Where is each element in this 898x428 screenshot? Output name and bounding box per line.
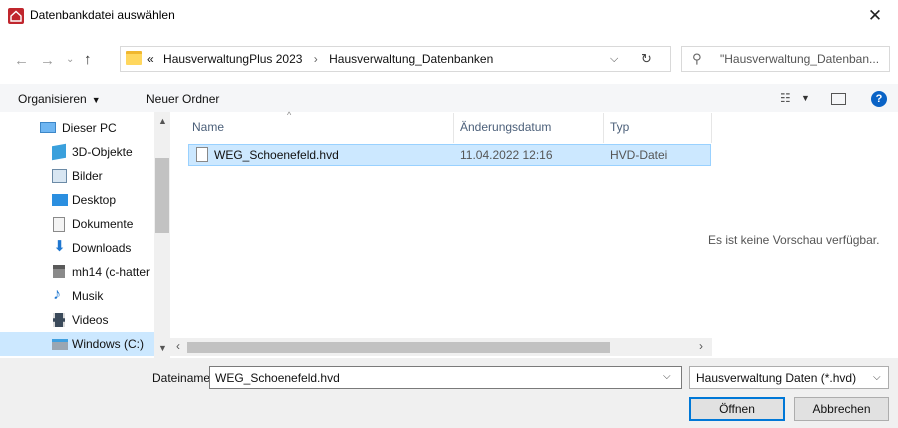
sidebar-item-downloads[interactable]: ⬇ Downloads (0, 236, 156, 260)
organize-label: Organisieren (18, 92, 87, 106)
address-bar[interactable]: « HausverwaltungPlus 2023 › Hausverwaltu… (120, 46, 671, 72)
file-date: 11.04.2022 12:16 (460, 148, 553, 162)
drive-icon (52, 339, 68, 350)
search-placeholder: "Hausverwaltung_Datenban... (720, 52, 880, 66)
breadcrumb-overflow[interactable]: « (147, 52, 154, 66)
column-header-date[interactable]: Änderungsdatum (460, 120, 551, 134)
caret-down-icon: ▼ (91, 95, 101, 105)
sidebar-scrollbar-thumb[interactable] (155, 158, 169, 233)
videos-icon (53, 313, 65, 327)
new-folder-button[interactable]: Neuer Ordner (146, 92, 219, 106)
sort-ascending-icon: ^ (287, 110, 292, 120)
preview-message: Es ist keine Vorschau verfügbar. (708, 233, 880, 247)
filetype-select[interactable]: Hausverwaltung Daten (*.hvd) ⌵ (689, 366, 889, 389)
chevron-down-icon: ⌵ (873, 372, 881, 383)
help-icon[interactable]: ? (871, 91, 887, 107)
column-divider[interactable] (603, 113, 604, 143)
app-icon (8, 8, 24, 24)
column-header-name[interactable]: Name (192, 120, 224, 134)
sidebar-item-pictures[interactable]: Bilder (0, 164, 156, 188)
music-icon: ♪ (53, 286, 61, 303)
network-drive-icon (53, 265, 65, 278)
scroll-right-icon[interactable]: › (699, 339, 703, 353)
sidebar-item-windows-drive[interactable]: Windows (C:) (0, 332, 156, 356)
window-title: Datenbankdatei auswählen (30, 8, 175, 22)
sidebar-item-label: Desktop (72, 193, 117, 207)
scroll-down-icon[interactable]: ▼ (158, 343, 167, 353)
chevron-down-icon[interactable]: ⌵ (610, 53, 618, 66)
navigation-pane: Dieser PC 3D-Objekte Bilder Desktop Doku… (0, 112, 170, 358)
breadcrumb: « HausverwaltungPlus 2023 › Hausverwaltu… (147, 52, 493, 66)
sidebar-item-label: Dokumente (72, 217, 134, 231)
sidebar-item-label: Musik (72, 289, 104, 303)
open-button[interactable]: Öffnen (689, 397, 785, 421)
view-options-icon[interactable]: ☷ (780, 91, 791, 105)
sidebar-item-label: Videos (72, 313, 109, 327)
scroll-left-icon[interactable]: ‹ (176, 339, 180, 353)
filetype-value: Hausverwaltung Daten (*.hvd) (696, 371, 857, 385)
close-button[interactable]: ✕ (852, 0, 898, 31)
sidebar-item-label: Dieser PC (62, 121, 117, 135)
horizontal-scrollbar-thumb[interactable] (187, 342, 610, 353)
sidebar-item-label: Bilder (72, 169, 103, 183)
file-name[interactable]: WEG_Schoenefeld.hvd (214, 148, 339, 162)
sidebar-item-videos[interactable]: Videos (0, 308, 156, 332)
recent-locations-chevron-icon[interactable]: ⌄ (66, 54, 74, 65)
search-input[interactable]: ⚲ "Hausverwaltung_Datenban... (681, 46, 890, 72)
sidebar-item-label: 3D-Objekte (72, 145, 133, 159)
organize-button[interactable]: Organisieren ▼ (18, 92, 101, 106)
breadcrumb-item[interactable]: Hausverwaltung_Datenbanken (329, 52, 493, 66)
back-arrow-icon[interactable]: ← (14, 52, 29, 69)
search-icon: ⚲ (692, 51, 702, 66)
sidebar-scrollbar[interactable] (154, 112, 170, 358)
chevron-right-icon[interactable]: › (314, 52, 318, 66)
filename-label: Dateiname: (152, 371, 214, 385)
sidebar-item-this-pc[interactable]: Dieser PC (0, 116, 156, 140)
chevron-down-icon[interactable]: ⌵ (663, 371, 671, 382)
folder-icon (126, 51, 142, 65)
sidebar-item-label: mh14 (c-hatter (72, 265, 151, 279)
sidebar-item-label: Windows (C:) (72, 337, 145, 351)
sidebar-item-3d-objects[interactable]: 3D-Objekte (0, 140, 156, 164)
documents-icon (53, 217, 65, 232)
forward-arrow-icon[interactable]: → (40, 52, 55, 69)
pictures-icon (52, 169, 67, 183)
file-type: HVD-Datei (610, 148, 668, 162)
cancel-button[interactable]: Abbrechen (794, 397, 889, 421)
column-header-type[interactable]: Typ (610, 120, 629, 134)
computer-icon (40, 122, 56, 133)
filename-field[interactable] (209, 366, 682, 389)
command-toolbar (0, 84, 898, 112)
caret-down-icon[interactable]: ▼ (801, 93, 810, 103)
sidebar-item-network-drive[interactable]: mh14 (c-hatter (0, 260, 156, 284)
scroll-up-icon[interactable]: ▲ (158, 116, 167, 126)
up-arrow-icon[interactable]: ↑ (84, 51, 92, 68)
desktop-icon (52, 194, 68, 206)
file-icon (196, 147, 208, 162)
sidebar-item-music[interactable]: ♪ Musik (0, 284, 156, 308)
3d-objects-icon (52, 143, 66, 161)
refresh-icon[interactable]: ↻ (641, 51, 652, 67)
preview-pane-icon[interactable] (831, 93, 846, 105)
breadcrumb-item[interactable]: HausverwaltungPlus 2023 (163, 52, 302, 66)
downloads-icon: ⬇ (53, 238, 66, 255)
sidebar-item-desktop[interactable]: Desktop (0, 188, 156, 212)
column-divider[interactable] (453, 113, 454, 143)
sidebar-item-label: Downloads (72, 241, 132, 255)
sidebar-item-documents[interactable]: Dokumente (0, 212, 156, 236)
